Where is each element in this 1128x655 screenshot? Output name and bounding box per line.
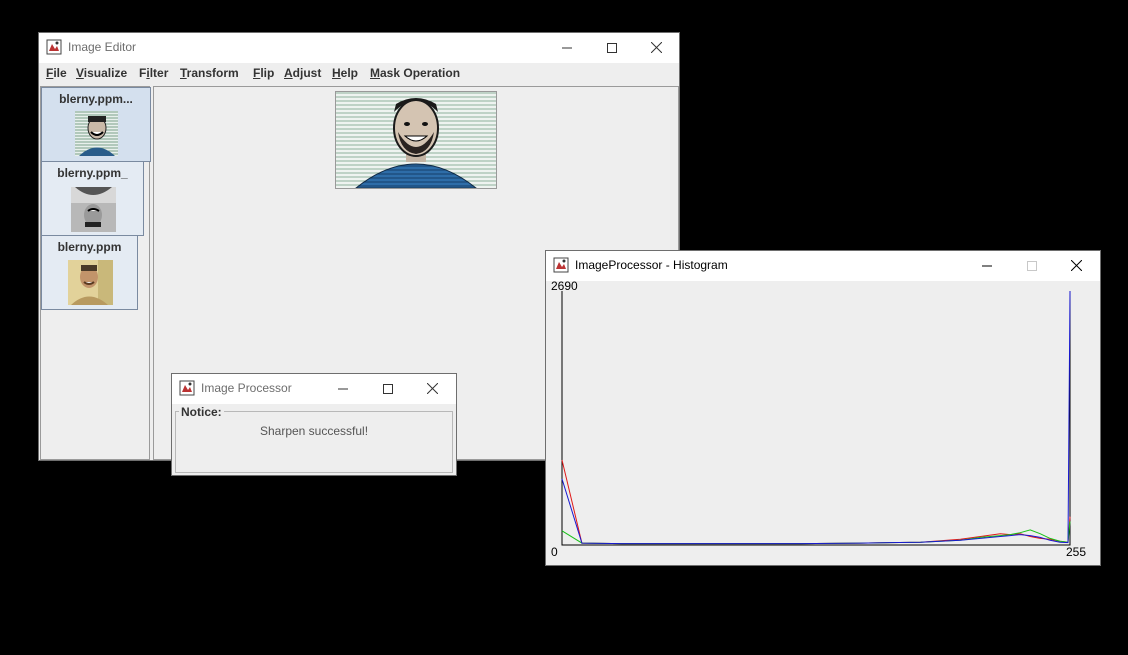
menu-visualize-mnemonic: V (76, 66, 84, 80)
thumbnail-panel: blerny.ppm... blerny.ppm_ blerny.ppm (40, 86, 151, 460)
menu-transform[interactable]: Transform (180, 66, 239, 80)
menu-filter[interactable]: Filter (139, 66, 168, 80)
histogram-window[interactable]: ImageProcessor - Histogram 2690 0 255 (545, 250, 1101, 566)
histogram-plot: 2690 0 255 (546, 279, 1100, 565)
thumbnail-label: blerny.ppm_ (57, 166, 128, 180)
editor-titlebar[interactable]: Image Editor (39, 33, 679, 63)
maximize-icon (382, 383, 393, 394)
thumbnail-label: blerny.ppm... (59, 92, 133, 106)
notice-legend: Notice: (179, 405, 224, 419)
maximize-button (1009, 251, 1054, 280)
close-icon (1071, 260, 1082, 271)
dialog-title: Image Processor (201, 381, 292, 395)
thumbnail-label: blerny.ppm (57, 240, 122, 254)
maximize-button[interactable] (365, 374, 410, 403)
minimize-icon (981, 265, 992, 266)
histogram-titlebar[interactable]: ImageProcessor - Histogram (546, 251, 1100, 281)
thumbnail-item[interactable]: blerny.ppm_ (41, 161, 144, 236)
thumbnail-image (68, 260, 113, 305)
histogram-series-line (561, 290, 1071, 545)
menu-file[interactable]: File (46, 66, 67, 80)
java-coffee-icon (553, 257, 569, 273)
menu-filter-label: lter (149, 66, 169, 80)
minimize-icon (337, 388, 348, 389)
minimize-button[interactable] (544, 33, 589, 62)
main-image (335, 91, 497, 189)
menu-flip-label: lip (260, 66, 275, 80)
menu-mask-mnemonic: M (370, 66, 380, 80)
histogram-series-line (561, 459, 1071, 545)
close-icon (427, 383, 438, 394)
close-button[interactable] (1054, 251, 1099, 280)
menu-file-label: ile (53, 66, 67, 80)
menu-adjust-mnemonic: A (284, 66, 293, 80)
menu-transform-mnemonic: T (180, 66, 187, 80)
menu-mask-operation[interactable]: Mask Operation (370, 66, 460, 80)
histogram-chart (561, 290, 1071, 546)
dialog-titlebar[interactable]: Image Processor (172, 374, 456, 404)
histogram-series-line (561, 521, 1071, 545)
histogram-title: ImageProcessor - Histogram (575, 258, 728, 272)
notice-message: Sharpen successful! (259, 424, 369, 438)
maximize-icon (606, 42, 617, 53)
histogram-axes (561, 291, 1071, 546)
image-processor-dialog[interactable]: Image Processor Notice: Sharpen successf… (171, 373, 457, 476)
java-coffee-icon (179, 380, 195, 396)
menu-adjust-label: djust (292, 66, 322, 80)
maximize-button[interactable] (589, 33, 634, 62)
minimize-icon (561, 47, 572, 48)
editor-title: Image Editor (68, 40, 137, 54)
menu-flip[interactable]: Flip (253, 66, 274, 80)
thumbnail-item[interactable]: blerny.ppm... (41, 87, 151, 162)
minimize-button[interactable] (320, 374, 365, 403)
menu-adjust[interactable]: Adjust (284, 66, 321, 80)
menu-help[interactable]: Help (332, 66, 358, 80)
minimize-button[interactable] (964, 251, 1009, 280)
close-icon (651, 42, 662, 53)
menu-visualize-label: isualize (83, 66, 128, 80)
thumbnail-image (71, 187, 116, 232)
maximize-icon (1026, 260, 1037, 271)
thumbnail-item[interactable]: blerny.ppm (41, 235, 138, 310)
thumbnail-image (75, 111, 118, 156)
menu-help-mnemonic: H (332, 66, 341, 80)
menu-bar: File Visualize Filter Transform Flip Adj… (39, 63, 679, 85)
close-button[interactable] (634, 33, 679, 62)
close-button[interactable] (410, 374, 455, 403)
notice-group (175, 411, 453, 473)
java-coffee-icon (46, 39, 62, 55)
menu-visualize[interactable]: Visualize (76, 66, 127, 80)
menu-transform-label: ransform (186, 66, 239, 80)
menu-mask-label: ask Operation (380, 66, 461, 80)
menu-help-label: elp (340, 66, 359, 80)
